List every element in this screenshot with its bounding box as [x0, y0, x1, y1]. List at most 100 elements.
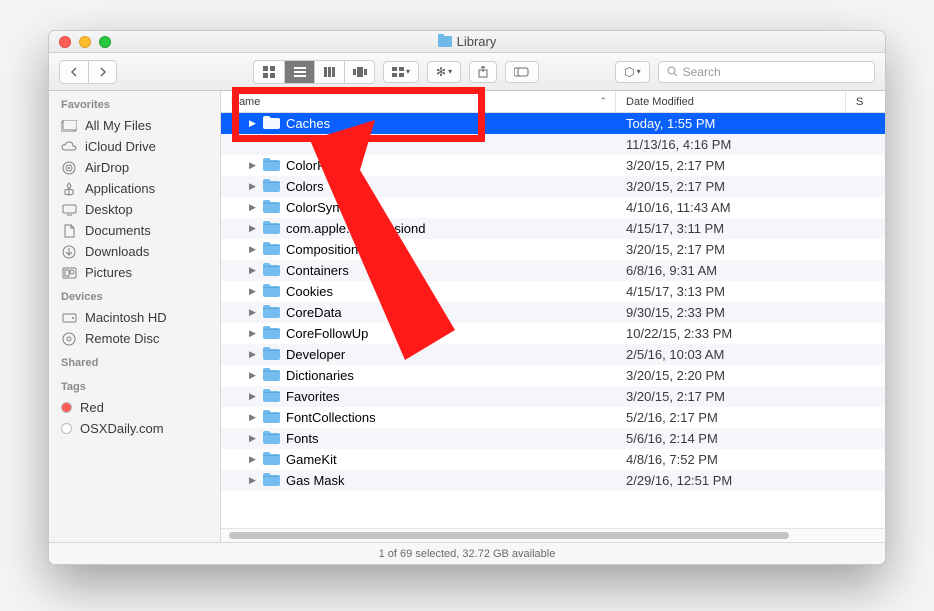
table-row[interactable]: ▶ColorSync4/10/16, 11:43 AM — [221, 197, 885, 218]
disclosure-triangle-icon[interactable]: ▶ — [249, 265, 257, 276]
cell-date: 4/15/17, 3:13 PM — [616, 284, 846, 299]
table-row[interactable]: ▶Colors3/20/15, 2:17 PM — [221, 176, 885, 197]
sidebar-item-icloud-drive[interactable]: iCloud Drive — [49, 136, 220, 157]
table-row[interactable]: ▶Containers6/8/16, 9:31 AM — [221, 260, 885, 281]
tag-dot-icon — [61, 423, 72, 434]
sidebar[interactable]: FavoritesAll My FilesiCloud DriveAirDrop… — [49, 91, 221, 542]
disclosure-triangle-icon[interactable]: ▶ — [249, 118, 257, 129]
titlebar[interactable]: Library — [49, 31, 885, 53]
horizontal-scrollbar[interactable] — [221, 528, 885, 542]
sidebar-item-pictures[interactable]: Pictures — [49, 262, 220, 283]
arrange-button[interactable]: ▾ — [383, 61, 419, 83]
column-headers: Name ⌃ Date Modified S — [221, 91, 885, 113]
table-row[interactable]: ▶GameKit4/8/16, 7:52 PM — [221, 449, 885, 470]
table-row[interactable]: ▶Dictionaries3/20/15, 2:20 PM — [221, 365, 885, 386]
tags-button[interactable] — [505, 61, 539, 83]
sidebar-section-header: Favorites — [49, 91, 220, 115]
file-name: ColorPick — [286, 158, 342, 173]
cell-name: ▶ ColorSync — [221, 199, 616, 216]
sidebar-section-header: Tags — [49, 373, 220, 397]
share-icon — [478, 66, 488, 78]
sidebar-item-remote-disc[interactable]: Remote Disc — [49, 328, 220, 349]
sidebar-item-applications[interactable]: Applications — [49, 178, 220, 199]
disclosure-triangle-icon[interactable]: ▶ — [249, 349, 257, 360]
disclosure-triangle-icon[interactable]: ▶ — [249, 433, 257, 444]
table-row[interactable]: ▶Compositions3/20/15, 2:17 PM — [221, 239, 885, 260]
disclosure-triangle-icon[interactable]: ▶ — [249, 328, 257, 339]
sidebar-item-all-my-files[interactable]: All My Files — [49, 115, 220, 136]
table-row[interactable]: ▶ ColorPick 3/20/15, 2:17 PM — [221, 155, 885, 176]
sidebar-item-documents[interactable]: Documents — [49, 220, 220, 241]
column-header-date[interactable]: Date Modified — [616, 91, 846, 112]
folder-icon — [263, 157, 280, 174]
sort-indicator-icon: ⌃ — [599, 96, 607, 107]
disclosure-triangle-icon[interactable]: ▶ — [249, 412, 257, 423]
share-button[interactable] — [469, 61, 497, 83]
sidebar-item-red[interactable]: Red — [49, 397, 220, 418]
sidebar-item-airdrop[interactable]: AirDrop — [49, 157, 220, 178]
folder-icon — [263, 283, 280, 300]
sidebar-item-desktop[interactable]: Desktop — [49, 199, 220, 220]
table-row[interactable]: ▶Cookies4/15/17, 3:13 PM — [221, 281, 885, 302]
back-button[interactable] — [60, 61, 88, 83]
sidebar-item-osxdaily-com[interactable]: OSXDaily.com — [49, 418, 220, 439]
search-icon — [667, 66, 678, 77]
tag-icon — [514, 67, 530, 77]
search-input[interactable]: Search — [658, 61, 875, 83]
table-row[interactable]: ▶Favorites3/20/15, 2:17 PM — [221, 386, 885, 407]
column-header-size[interactable]: S — [846, 91, 885, 112]
disclosure-triangle-icon[interactable]: ▶ — [249, 370, 257, 381]
table-row[interactable]: ▶Gas Mask2/29/16, 12:51 PM — [221, 470, 885, 491]
disclosure-triangle-icon[interactable]: ▶ — [249, 475, 257, 486]
column-view-button[interactable] — [314, 61, 344, 83]
folder-icon — [263, 346, 280, 363]
cell-name: ▶com.apple.nsu sessiond — [221, 220, 616, 237]
table-row[interactable]: ▶FontCollections5/2/16, 2:17 PM — [221, 407, 885, 428]
downloads-icon — [61, 245, 77, 259]
disclosure-triangle-icon[interactable]: ▶ — [249, 391, 257, 402]
folder-icon — [263, 325, 280, 342]
file-rows[interactable]: ▶CachesToday, 1:55 PM11/13/16, 4:16 PM▶C… — [221, 113, 885, 528]
forward-button[interactable] — [88, 61, 116, 83]
folder-icon — [263, 472, 280, 489]
gear-icon: ✻ — [436, 65, 446, 79]
disclosure-triangle-icon[interactable]: ▶ — [249, 286, 257, 297]
table-row[interactable]: 11/13/16, 4:16 PM — [221, 134, 885, 155]
folder-icon — [263, 115, 280, 132]
cell-name: ▶ ColorPick — [221, 157, 616, 174]
disclosure-triangle-icon[interactable]: ▶ — [249, 244, 257, 255]
action-button[interactable]: ✻▾ — [427, 61, 461, 83]
list-view-button[interactable] — [284, 61, 314, 83]
finder-window: Library — [48, 30, 886, 565]
sidebar-item-macintosh-hd[interactable]: Macintosh HD — [49, 307, 220, 328]
scrollbar-thumb[interactable] — [229, 532, 789, 539]
nav-buttons — [59, 60, 117, 84]
disclosure-triangle-icon[interactable]: ▶ — [249, 160, 257, 171]
search-placeholder: Search — [683, 65, 721, 79]
sidebar-item-label: Documents — [85, 223, 151, 238]
column-date-label: Date Modified — [626, 96, 694, 108]
file-name: CoreFollowUp — [286, 326, 368, 341]
table-row[interactable]: ▶CachesToday, 1:55 PM — [221, 113, 885, 134]
table-row[interactable]: ▶Fonts5/6/16, 2:14 PM — [221, 428, 885, 449]
disclosure-triangle-icon[interactable]: ▶ — [249, 181, 257, 192]
column-header-name[interactable]: Name ⌃ — [221, 91, 616, 112]
disclosure-triangle-icon[interactable]: ▶ — [249, 454, 257, 465]
table-row[interactable]: ▶com.apple.nsu sessiond4/15/17, 3:11 PM — [221, 218, 885, 239]
dropbox-button[interactable]: ⬡▾ — [615, 61, 650, 83]
disclosure-triangle-icon[interactable]: ▶ — [249, 307, 257, 318]
table-row[interactable]: ▶Developer2/5/16, 10:03 AM — [221, 344, 885, 365]
disclosure-triangle-icon[interactable]: ▶ — [249, 223, 257, 234]
file-name: Fonts — [286, 431, 319, 446]
icon-view-button[interactable] — [254, 61, 284, 83]
disclosure-triangle-icon[interactable]: ▶ — [249, 202, 257, 213]
sidebar-item-downloads[interactable]: Downloads — [49, 241, 220, 262]
table-row[interactable]: ▶CoreData9/30/15, 2:33 PM — [221, 302, 885, 323]
cell-date: 4/8/16, 7:52 PM — [616, 452, 846, 467]
coverflow-view-button[interactable] — [344, 61, 374, 83]
cell-name: ▶Favorites — [221, 388, 616, 405]
cell-date: 3/20/15, 2:17 PM — [616, 158, 846, 173]
table-row[interactable]: ▶CoreFollowUp10/22/15, 2:33 PM — [221, 323, 885, 344]
cell-name: ▶Gas Mask — [221, 472, 616, 489]
file-name: ColorSync — [286, 200, 346, 215]
